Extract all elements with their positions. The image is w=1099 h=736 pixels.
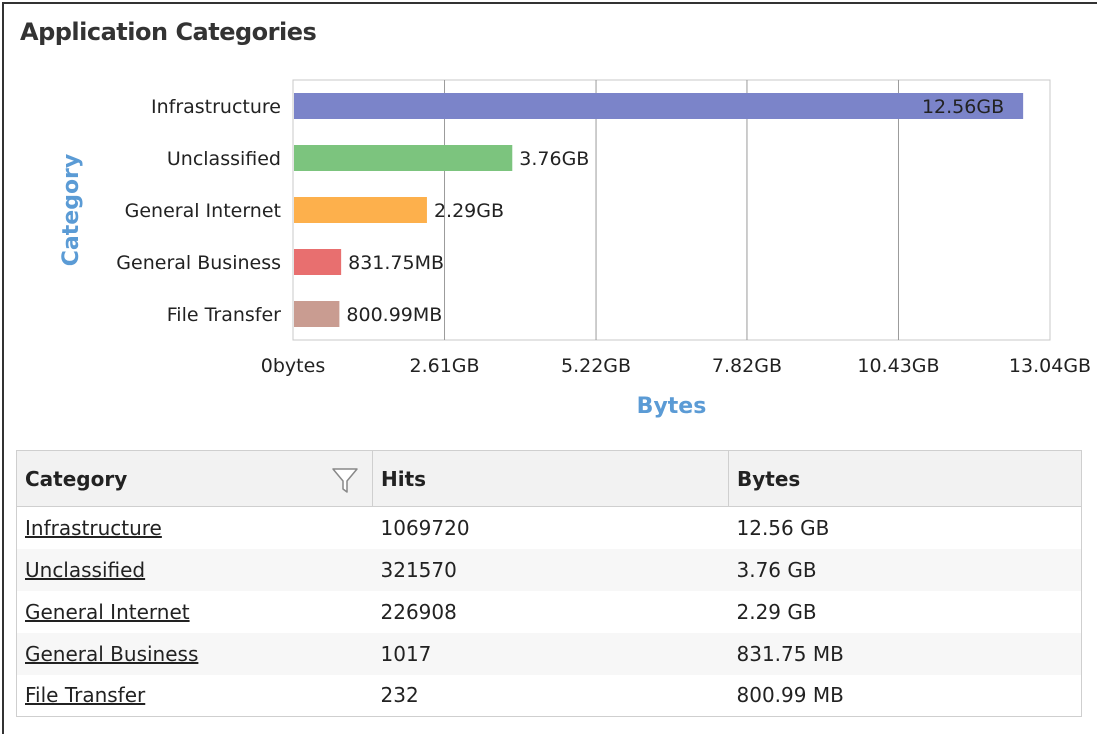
x-axis-title: Bytes <box>637 394 707 419</box>
bytes-cell: 800.99 MB <box>736 683 844 708</box>
table-header-row: Category Hits Bytes <box>16 450 1082 507</box>
category-cell: File Transfer <box>17 675 373 717</box>
table-body: Infrastructure 1069720 12.56 GB Unclassifie… <box>16 507 1082 717</box>
bar-chart: 0bytes 2.61GB 5.22GB 7.82GB 10.43GB 13.04GB In… <box>59 79 1091 419</box>
category-label: Unclassified <box>167 148 281 170</box>
bar-value-label: 831.75MB <box>348 252 444 274</box>
hits-cell: 1069720 <box>380 515 470 540</box>
table-row: Unclassified 321570 3.76 GB <box>16 548 1082 591</box>
category-cell: General Internet <box>17 591 373 633</box>
category-link[interactable]: Unclassified <box>25 558 145 582</box>
y-axis-title: Category <box>59 154 84 266</box>
category-cell: General Business <box>16 632 373 675</box>
category-link[interactable]: Infrastructure <box>25 516 162 540</box>
category-cell: Unclassified <box>16 548 373 591</box>
bar-value-label: 12.56GB <box>922 96 1004 118</box>
bytes-cell: 2.29 GB <box>736 599 817 624</box>
x-tick-label: 7.82GB <box>712 355 782 377</box>
column-header-label: Category <box>25 466 128 491</box>
x-tick-label: 0bytes <box>261 355 325 377</box>
x-tick-label: 2.61GB <box>409 355 479 377</box>
category-label: General Internet <box>125 200 281 222</box>
hits-cell: 321570 <box>372 548 729 591</box>
category-link[interactable]: General Business <box>25 642 198 666</box>
bytes-cell: 12.56 GB <box>736 515 830 540</box>
table-row: General Internet 226908 2.29 GB <box>17 591 1082 633</box>
column-header-category[interactable]: Category <box>16 450 373 507</box>
bytes-cell: 831.75 MB <box>728 632 1082 675</box>
table-row: Infrastructure 1069720 12.56 GB <box>17 507 1082 549</box>
category-label: Infrastructure <box>151 96 281 118</box>
bar-value-label: 800.99MB <box>346 304 442 326</box>
column-header-label: Bytes <box>737 466 801 491</box>
category-label: General Business <box>116 252 281 274</box>
category-link[interactable]: General Internet <box>25 600 190 624</box>
column-header-bytes[interactable]: Bytes <box>728 450 1082 507</box>
filter-icon[interactable] <box>330 465 360 495</box>
x-tick-label: 13.04GB <box>1009 355 1091 377</box>
category-link[interactable]: File Transfer <box>25 683 145 707</box>
bar[interactable] <box>294 301 340 327</box>
bar[interactable] <box>294 197 427 223</box>
bar[interactable] <box>294 93 1024 119</box>
bar-value-label: 2.29GB <box>434 200 504 222</box>
x-tick-label: 5.22GB <box>561 355 631 377</box>
hits-cell: 226908 <box>380 599 457 624</box>
table-row: File Transfer 232 800.99 MB <box>17 675 1082 717</box>
column-header-label: Hits <box>381 466 427 491</box>
hits-cell: 232 <box>380 683 419 708</box>
categories-table: Category Hits Bytes Infrastructure 106972… <box>16 450 1082 717</box>
column-header-hits[interactable]: Hits <box>372 450 729 507</box>
category-cell: Infrastructure <box>17 507 373 549</box>
table-row: General Business 1017 831.75 MB <box>16 632 1082 675</box>
bytes-cell: 3.76 GB <box>728 548 1082 591</box>
bar-value-label: 3.76GB <box>519 148 589 170</box>
bar[interactable] <box>294 249 342 275</box>
category-label: File Transfer <box>167 304 281 326</box>
bar[interactable] <box>294 145 513 171</box>
hits-cell: 1017 <box>372 632 729 675</box>
x-tick-label: 10.43GB <box>857 355 939 377</box>
